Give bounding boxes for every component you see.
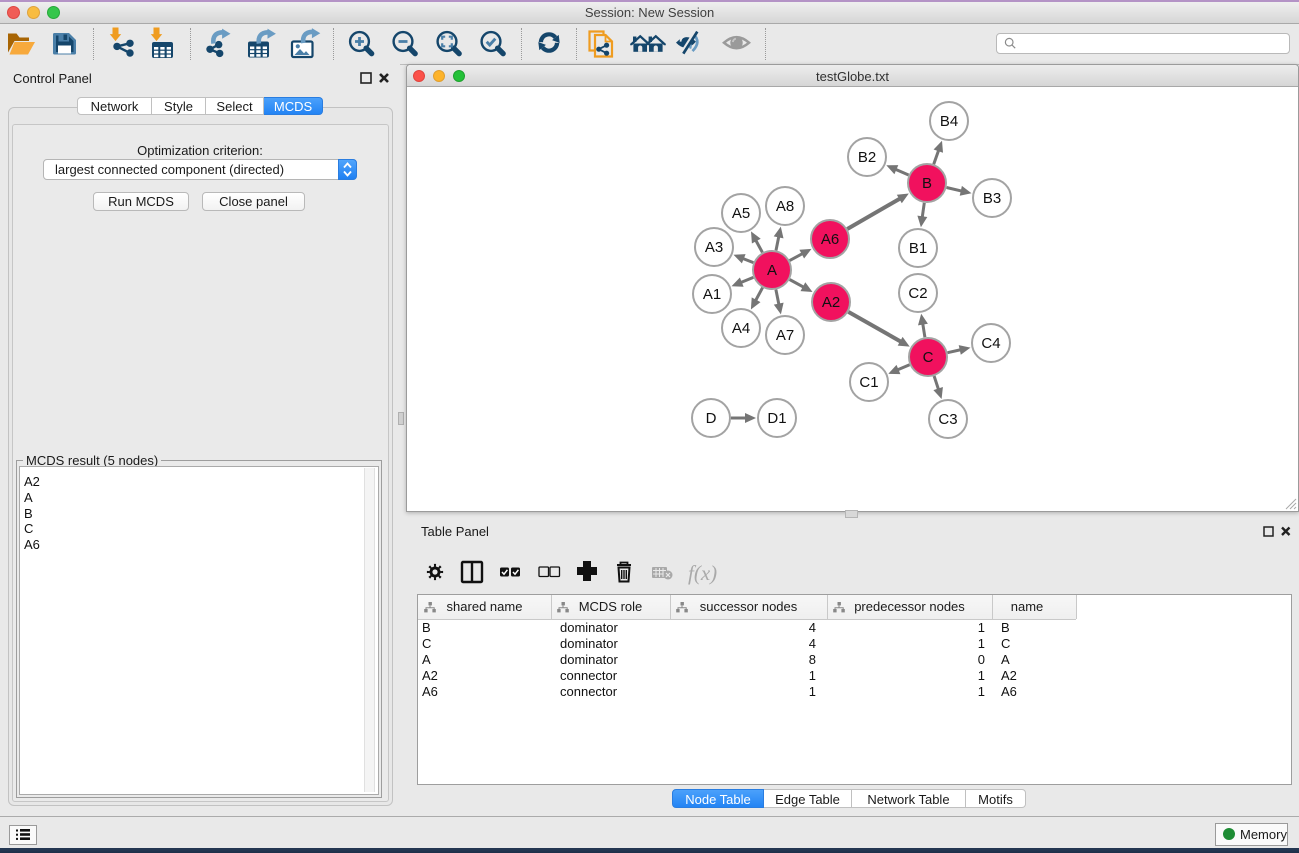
svg-text:D1: D1 <box>767 410 786 427</box>
svg-text:B3: B3 <box>983 190 1001 207</box>
svg-text:A8: A8 <box>776 198 794 215</box>
svg-text:A4: A4 <box>732 320 750 337</box>
svg-text:B4: B4 <box>940 113 958 130</box>
svg-text:A3: A3 <box>705 239 723 256</box>
svg-text:A: A <box>767 262 777 279</box>
svg-text:C1: C1 <box>859 374 878 391</box>
svg-text:C: C <box>923 349 934 366</box>
svg-text:D: D <box>706 410 717 427</box>
svg-text:B: B <box>922 175 932 192</box>
svg-text:A7: A7 <box>776 327 794 344</box>
svg-text:B2: B2 <box>858 149 876 166</box>
svg-text:A2: A2 <box>822 294 840 311</box>
svg-text:A6: A6 <box>821 231 839 248</box>
svg-text:C2: C2 <box>908 285 927 302</box>
svg-text:B1: B1 <box>909 240 927 257</box>
svg-text:C4: C4 <box>981 335 1000 352</box>
svg-text:A1: A1 <box>703 286 721 303</box>
svg-text:C3: C3 <box>938 411 957 428</box>
svg-text:A5: A5 <box>732 205 750 222</box>
svg-text:f(x): f(x) <box>688 561 717 585</box>
